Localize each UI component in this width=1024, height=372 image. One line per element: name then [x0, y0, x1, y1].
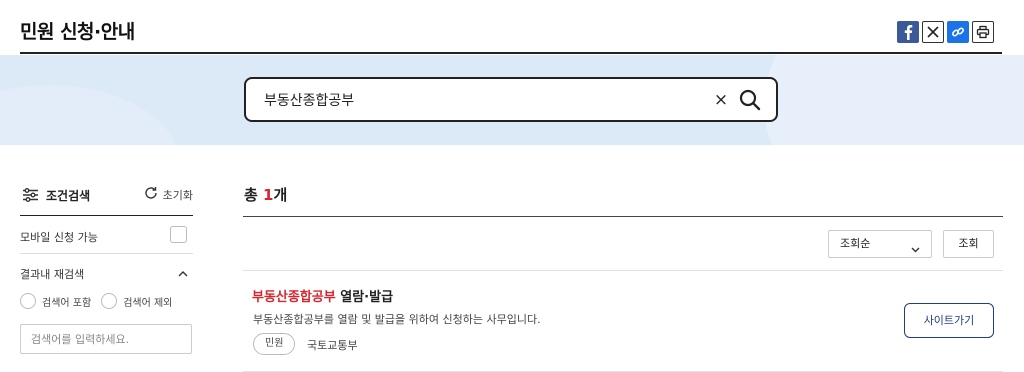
search-box: × [244, 77, 778, 122]
radio-include[interactable]: 검색어 포함 [20, 293, 91, 309]
refresh-icon [144, 186, 158, 203]
research-header[interactable]: 결과내 재검색 [20, 254, 193, 290]
mobile-filter-checkbox[interactable] [170, 226, 187, 243]
result-count: 총 1개 [244, 184, 287, 205]
radio-exclude-label: 검색어 제외 [123, 297, 173, 309]
category-badge: 민원 [253, 333, 296, 355]
sort-selected: 조회순 [840, 237, 871, 250]
count-suffix: 개 [273, 186, 288, 204]
radio-exclude[interactable]: 검색어 제외 [101, 293, 172, 309]
print-icon[interactable] [972, 21, 994, 43]
research-options: 검색어 포함 검색어 제외 [20, 290, 193, 312]
count-value: 1 [263, 186, 274, 204]
clear-icon[interactable]: × [712, 89, 730, 111]
reset-label: 초기화 [162, 188, 193, 202]
link-icon[interactable] [947, 21, 969, 43]
item-title-rest: 열람·발급 [335, 290, 394, 305]
reset-button[interactable]: 초기화 [144, 186, 193, 203]
chevron-up-icon[interactable] [177, 265, 189, 284]
facebook-icon[interactable] [897, 21, 919, 43]
filter-sidebar: 조건검색 초기화 모바일 신청 가능 결과내 재검색 검색어 포함 검색어 제외 [20, 176, 193, 354]
mobile-filter-row: 모바일 신청 가능 [20, 216, 193, 254]
item-description: 부동산종합공부를 열람 및 발급을 위하여 신청하는 사무입니다. [253, 313, 541, 326]
page-title: 민원 신청·안내 [20, 21, 135, 43]
item-title[interactable]: 부동산종합공부 열람·발급 [252, 286, 393, 305]
filter-header: 조건검색 초기화 [20, 176, 193, 216]
radio-include-label: 검색어 포함 [42, 297, 92, 309]
search-input[interactable] [264, 89, 694, 111]
sort-button[interactable]: 조회 [943, 230, 994, 258]
research-title: 결과내 재검색 [20, 268, 85, 281]
site-link-button[interactable]: 사이트가기 [904, 303, 994, 338]
search-icon[interactable] [738, 88, 762, 112]
research-input[interactable] [20, 324, 192, 354]
search-banner: × [0, 55, 1024, 145]
item-organization: 국토교통부 [307, 339, 358, 352]
sliders-icon [22, 187, 39, 206]
filter-title: 조건검색 [46, 189, 91, 203]
divider [243, 216, 1003, 217]
share-toolbar [897, 21, 994, 43]
banner-decoration [0, 85, 180, 145]
page-header: 민원 신청·안내 [20, 0, 1002, 54]
sort-select[interactable]: 조회순 [828, 230, 932, 258]
list-item: 부동산종합공부 열람·발급 부동산종합공부를 열람 및 발급을 위하여 신청하는… [243, 271, 1003, 372]
x-icon[interactable] [922, 21, 944, 43]
radio-button[interactable] [101, 293, 118, 309]
count-prefix: 총 [244, 186, 264, 204]
chevron-down-icon [910, 239, 921, 265]
mobile-filter-label: 모바일 신청 가능 [20, 231, 98, 244]
radio-button[interactable] [20, 293, 36, 309]
banner-decoration [764, 55, 1024, 145]
item-title-highlight: 부동산종합공부 [252, 290, 336, 305]
